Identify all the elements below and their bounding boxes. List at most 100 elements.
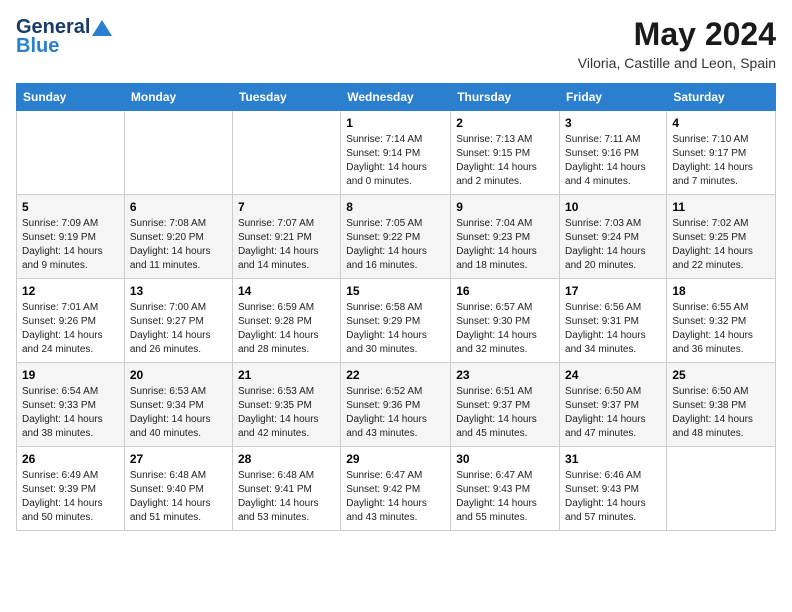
- weekday-header-tuesday: Tuesday: [232, 84, 340, 111]
- day-number: 31: [565, 452, 661, 466]
- calendar-cell: 11 Sunrise: 7:02 AMSunset: 9:25 PMDayligh…: [667, 195, 776, 279]
- cell-content: Sunrise: 6:46 AMSunset: 9:43 PMDaylight:…: [565, 469, 661, 525]
- calendar-cell: [124, 111, 232, 195]
- cell-content: Sunrise: 6:55 AMSunset: 9:32 PMDaylight:…: [672, 301, 770, 357]
- calendar-cell: 15Sunrise: 6:58 AMSunset: 9:29 PMDayligh…: [341, 279, 451, 363]
- calendar-cell: 26 Sunrise: 6:49 AMSunset: 9:39 PMDayligh…: [17, 447, 125, 531]
- calendar-cell: 7 Sunrise: 7:07 AMSunset: 9:21 PMDaylight…: [232, 195, 340, 279]
- weekday-header-sunday: Sunday: [17, 84, 125, 111]
- day-number: 11: [672, 200, 770, 214]
- calendar-cell: 9 Sunrise: 7:04 AMSunset: 9:23 PMDaylight…: [451, 195, 560, 279]
- calendar-cell: 31 Sunrise: 6:46 AMSunset: 9:43 PMDayligh…: [560, 447, 667, 531]
- calendar-cell: 5 Sunrise: 7:09 AMSunset: 9:19 PMDaylight…: [17, 195, 125, 279]
- calendar-cell: 13 Sunrise: 7:00 AMSunset: 9:27 PMDayligh…: [124, 279, 232, 363]
- calendar-cell: 19Sunrise: 6:54 AMSunset: 9:33 PMDayligh…: [17, 363, 125, 447]
- cell-content: Sunrise: 6:47 AMSunset: 9:42 PMDaylight:…: [346, 469, 445, 525]
- week-row-4: 19Sunrise: 6:54 AMSunset: 9:33 PMDayligh…: [17, 363, 776, 447]
- day-number: 12: [22, 284, 119, 298]
- calendar-cell: 30 Sunrise: 6:47 AMSunset: 9:43 PMDayligh…: [451, 447, 560, 531]
- cell-content: Sunrise: 7:02 AMSunset: 9:25 PMDaylight:…: [672, 217, 770, 273]
- calendar-cell: 28 Sunrise: 6:48 AMSunset: 9:41 PMDayligh…: [232, 447, 340, 531]
- calendar-cell: 21Sunrise: 6:53 AMSunset: 9:35 PMDayligh…: [232, 363, 340, 447]
- day-number: 15: [346, 284, 445, 298]
- day-number: 28: [238, 452, 335, 466]
- calendar-cell: 27 Sunrise: 6:48 AMSunset: 9:40 PMDayligh…: [124, 447, 232, 531]
- cell-content: Sunrise: 7:09 AMSunset: 9:19 PMDaylight:…: [22, 217, 119, 273]
- cell-content: Sunrise: 6:47 AMSunset: 9:43 PMDaylight:…: [456, 469, 554, 525]
- day-number: 27: [130, 452, 227, 466]
- cell-content: Sunrise: 7:14 AMSunset: 9:14 PMDaylight:…: [346, 133, 445, 189]
- cell-content: Sunrise: 6:48 AMSunset: 9:40 PMDaylight:…: [130, 469, 227, 525]
- cell-content: Sunrise: 6:51 AMSunset: 9:37 PMDaylight:…: [456, 385, 554, 441]
- day-number: 3: [565, 116, 661, 130]
- day-number: 6: [130, 200, 227, 214]
- cell-content: Sunrise: 6:54 AMSunset: 9:33 PMDaylight:…: [22, 385, 119, 441]
- day-number: 1: [346, 116, 445, 130]
- logo-triangle-icon: [92, 20, 112, 36]
- calendar-cell: 6Sunrise: 7:08 AMSunset: 9:20 PMDaylight…: [124, 195, 232, 279]
- title-block: May 2024 Viloria, Castille and Leon, Spa…: [578, 16, 776, 71]
- calendar-cell: 8 Sunrise: 7:05 AMSunset: 9:22 PMDaylight…: [341, 195, 451, 279]
- calendar-cell: [667, 447, 776, 531]
- day-number: 20: [130, 368, 227, 382]
- cell-content: Sunrise: 6:59 AMSunset: 9:28 PMDaylight:…: [238, 301, 335, 357]
- day-number: 5: [22, 200, 119, 214]
- cell-content: Sunrise: 7:10 AMSunset: 9:17 PMDaylight:…: [672, 133, 770, 189]
- day-number: 10: [565, 200, 661, 214]
- day-number: 26: [22, 452, 119, 466]
- calendar-cell: 25 Sunrise: 6:50 AMSunset: 9:38 PMDayligh…: [667, 363, 776, 447]
- month-year: May 2024: [578, 16, 776, 53]
- calendar-cell: [17, 111, 125, 195]
- day-number: 23: [456, 368, 554, 382]
- calendar-cell: 10Sunrise: 7:03 AMSunset: 9:24 PMDayligh…: [560, 195, 667, 279]
- calendar-cell: 18 Sunrise: 6:55 AMSunset: 9:32 PMDayligh…: [667, 279, 776, 363]
- day-number: 29: [346, 452, 445, 466]
- cell-content: Sunrise: 7:04 AMSunset: 9:23 PMDaylight:…: [456, 217, 554, 273]
- day-number: 24: [565, 368, 661, 382]
- logo-blue: Blue: [16, 35, 59, 58]
- weekday-header-friday: Friday: [560, 84, 667, 111]
- day-number: 9: [456, 200, 554, 214]
- cell-content: Sunrise: 6:53 AMSunset: 9:34 PMDaylight:…: [130, 385, 227, 441]
- calendar-cell: 14Sunrise: 6:59 AMSunset: 9:28 PMDayligh…: [232, 279, 340, 363]
- day-number: 30: [456, 452, 554, 466]
- day-number: 25: [672, 368, 770, 382]
- day-number: 18: [672, 284, 770, 298]
- calendar-cell: 22Sunrise: 6:52 AMSunset: 9:36 PMDayligh…: [341, 363, 451, 447]
- cell-content: Sunrise: 7:01 AMSunset: 9:26 PMDaylight:…: [22, 301, 119, 357]
- weekday-header-saturday: Saturday: [667, 84, 776, 111]
- day-number: 16: [456, 284, 554, 298]
- cell-content: Sunrise: 7:13 AMSunset: 9:15 PMDaylight:…: [456, 133, 554, 189]
- location: Viloria, Castille and Leon, Spain: [578, 55, 776, 71]
- calendar-cell: 3 Sunrise: 7:11 AMSunset: 9:16 PMDaylight…: [560, 111, 667, 195]
- cell-content: Sunrise: 6:48 AMSunset: 9:41 PMDaylight:…: [238, 469, 335, 525]
- calendar-cell: 23 Sunrise: 6:51 AMSunset: 9:37 PMDayligh…: [451, 363, 560, 447]
- cell-content: Sunrise: 6:49 AMSunset: 9:39 PMDaylight:…: [22, 469, 119, 525]
- day-number: 13: [130, 284, 227, 298]
- calendar-cell: 20 Sunrise: 6:53 AMSunset: 9:34 PMDayligh…: [124, 363, 232, 447]
- calendar-cell: 1 Sunrise: 7:14 AMSunset: 9:14 PMDaylight…: [341, 111, 451, 195]
- day-number: 22: [346, 368, 445, 382]
- logo: General Blue: [16, 16, 112, 58]
- calendar-cell: 4 Sunrise: 7:10 AMSunset: 9:17 PMDaylight…: [667, 111, 776, 195]
- day-number: 17: [565, 284, 661, 298]
- day-number: 7: [238, 200, 335, 214]
- calendar-cell: 2 Sunrise: 7:13 AMSunset: 9:15 PMDaylight…: [451, 111, 560, 195]
- day-number: 8: [346, 200, 445, 214]
- day-number: 21: [238, 368, 335, 382]
- cell-content: Sunrise: 7:05 AMSunset: 9:22 PMDaylight:…: [346, 217, 445, 273]
- day-number: 2: [456, 116, 554, 130]
- cell-content: Sunrise: 6:56 AMSunset: 9:31 PMDaylight:…: [565, 301, 661, 357]
- cell-content: Sunrise: 7:00 AMSunset: 9:27 PMDaylight:…: [130, 301, 227, 357]
- cell-content: Sunrise: 7:11 AMSunset: 9:16 PMDaylight:…: [565, 133, 661, 189]
- page-header: General Blue May 2024 Viloria, Castille …: [16, 16, 776, 71]
- cell-content: Sunrise: 6:50 AMSunset: 9:38 PMDaylight:…: [672, 385, 770, 441]
- weekday-header-monday: Monday: [124, 84, 232, 111]
- weekday-header-wednesday: Wednesday: [341, 84, 451, 111]
- day-number: 4: [672, 116, 770, 130]
- calendar-cell: [232, 111, 340, 195]
- cell-content: Sunrise: 7:07 AMSunset: 9:21 PMDaylight:…: [238, 217, 335, 273]
- calendar-cell: 29 Sunrise: 6:47 AMSunset: 9:42 PMDayligh…: [341, 447, 451, 531]
- calendar-cell: 24Sunrise: 6:50 AMSunset: 9:37 PMDayligh…: [560, 363, 667, 447]
- calendar-cell: 17 Sunrise: 6:56 AMSunset: 9:31 PMDayligh…: [560, 279, 667, 363]
